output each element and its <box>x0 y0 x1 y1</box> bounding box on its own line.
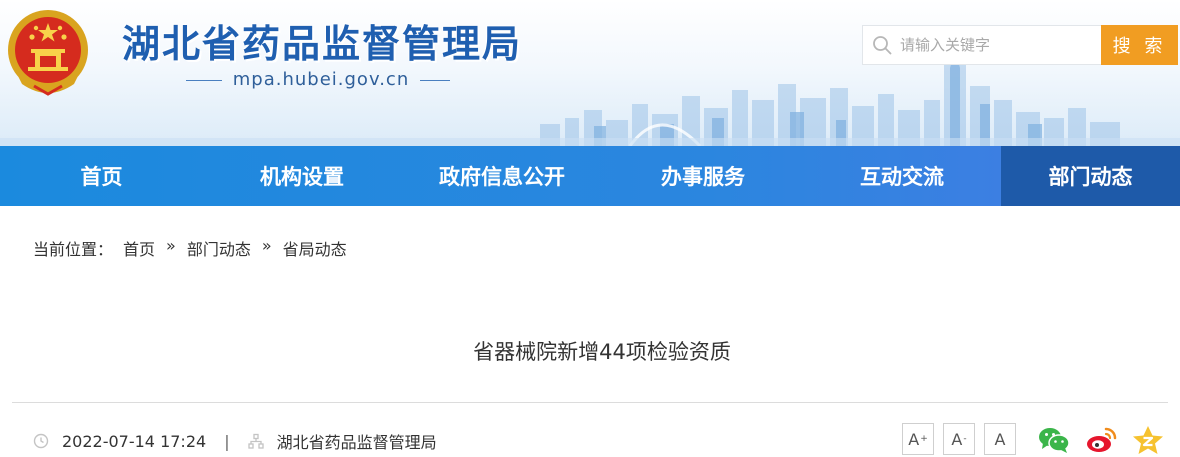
source-icon <box>247 433 264 449</box>
font-size-large-button[interactable]: A + <box>902 423 934 455</box>
wechat-icon[interactable] <box>1037 423 1071 457</box>
nav-item-home[interactable]: 首页 <box>0 146 203 206</box>
font-normal-label: A <box>994 429 1006 449</box>
domain-right-line <box>420 80 450 81</box>
article-meta: 2022-07-14 17:24 | 湖北省药品监督管理局 <box>33 429 437 453</box>
font-size-normal-button[interactable]: A <box>984 423 1016 455</box>
breadcrumb-separator: » <box>261 236 272 255</box>
search-icon <box>873 36 892 55</box>
breadcrumb-home-link[interactable]: 首页 <box>123 236 155 260</box>
breadcrumb-department-news-link[interactable]: 部门动态 <box>187 236 251 260</box>
article-date: 2022-07-14 17:24 <box>62 431 207 451</box>
meta-divider: | <box>224 431 230 451</box>
font-large-label: A <box>908 429 920 449</box>
nav-item-services[interactable]: 办事服务 <box>603 146 803 206</box>
breadcrumb-separator: » <box>166 236 176 255</box>
article-source: 湖北省药品监督管理局 <box>276 433 437 452</box>
national-emblem-icon <box>8 10 88 96</box>
site-domain-text: mpa.hubei.gov.cn <box>232 69 410 90</box>
search-button[interactable]: 搜 索 <box>1101 25 1178 65</box>
article-title: 省器械院新增44项检验资质 <box>473 340 731 364</box>
breadcrumb-prefix: 当前位置： <box>33 240 114 259</box>
nav-item-organization[interactable]: 机构设置 <box>203 146 401 206</box>
search-bar: 搜 索 <box>862 25 1178 65</box>
search-field[interactable] <box>862 25 1101 65</box>
nav-item-interaction[interactable]: 互动交流 <box>803 146 1001 206</box>
breadcrumb-provincial-news-link[interactable]: 省局动态 <box>283 236 347 260</box>
main-nav: 首页 机构设置 政府信息公开 办事服务 互动交流 部门动态 <box>0 146 1180 206</box>
nav-item-gov-info[interactable]: 政府信息公开 <box>401 146 603 206</box>
font-medium-label: A <box>951 429 963 449</box>
site-domain: mpa.hubei.gov.cn <box>186 69 450 91</box>
weibo-icon[interactable] <box>1084 423 1118 457</box>
search-input[interactable] <box>900 30 1090 60</box>
font-size-controls: A + A- A <box>902 423 1025 455</box>
font-size-medium-button[interactable]: A- <box>943 423 975 455</box>
site-header: 湖北省药品监督管理局 mpa.hubei.gov.cn 搜 索 <box>0 0 1180 146</box>
share-buttons <box>1037 423 1178 457</box>
qzone-icon[interactable] <box>1131 423 1165 457</box>
clock-icon <box>33 433 49 449</box>
article-divider <box>12 402 1168 403</box>
breadcrumb: 当前位置： 首页 » 部门动态 » 省局动态 <box>33 236 347 260</box>
site-title: 湖北省药品监督管理局 <box>122 22 523 66</box>
domain-left-line <box>186 80 222 81</box>
nav-item-department-news[interactable]: 部门动态 <box>1001 146 1180 206</box>
